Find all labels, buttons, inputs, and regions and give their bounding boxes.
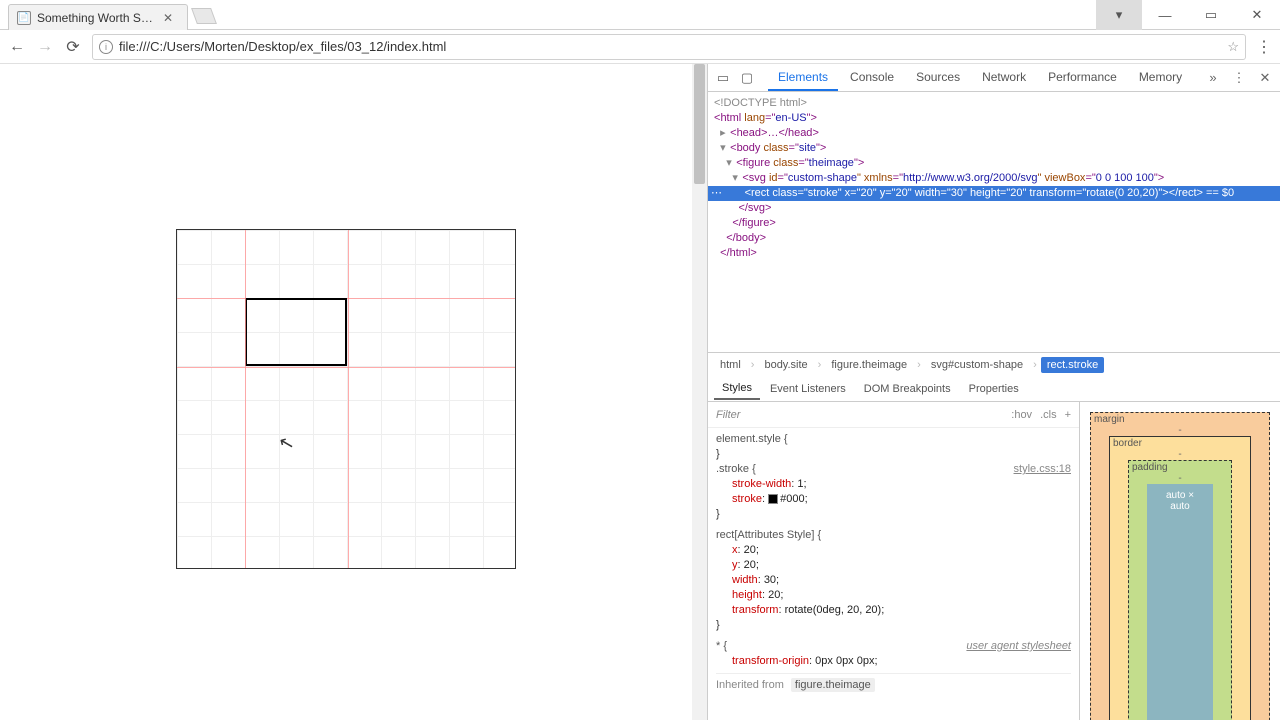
add-rule-button[interactable]: + [1065,409,1071,421]
styles-subtabs: Styles Event Listeners DOM Breakpoints P… [708,376,1280,402]
reload-button[interactable]: ⟳ [64,38,82,56]
rendered-page: ↖ [0,64,708,720]
url-text: file:///C:/Users/Morten/Desktop/ex_files… [119,39,1221,54]
doctype: <!DOCTYPE html> [714,97,807,109]
crumb-body[interactable]: body.site [758,357,813,373]
subtab-event-listeners[interactable]: Event Listeners [762,379,854,399]
omnibox[interactable]: i file:///C:/Users/Morten/Desktop/ex_fil… [92,34,1246,60]
back-button[interactable]: ← [8,38,26,56]
tab-console[interactable]: Console [840,65,904,91]
page-icon: 📄 [17,11,31,25]
window-close[interactable]: ✕ [1234,0,1280,30]
inspect-icon[interactable]: ▭ [714,69,732,87]
tab-elements[interactable]: Elements [768,65,838,91]
computed-pane: margin- border- padding- auto × auto - -… [1080,402,1280,720]
color-swatch-icon[interactable] [768,494,778,504]
styles-rules-pane: Filter :hov .cls + element.style { } sty… [708,402,1080,720]
window-minimize[interactable]: — [1142,0,1188,30]
svg-canvas [176,229,516,569]
hov-toggle[interactable]: :hov [1011,409,1032,421]
crumb-html[interactable]: html [714,357,747,373]
devtools-menu-icon[interactable]: ⋮ [1230,69,1248,87]
subtab-dom-breakpoints[interactable]: DOM Breakpoints [856,379,959,399]
svg-rect[interactable] [245,298,347,366]
box-model-content: auto × auto [1147,484,1213,720]
devtools-panel: ▭ ▢ Elements Console Sources Network Per… [708,64,1280,720]
styles-filter-bar: Filter :hov .cls + [708,402,1079,428]
rule-source-link[interactable]: style.css:18 [1014,462,1071,477]
styles-area: Filter :hov .cls + element.style { } sty… [708,402,1280,720]
tabs-overflow-icon[interactable]: » [1204,69,1222,87]
breadcrumb: html› body.site› figure.theimage› svg#cu… [708,352,1280,376]
forward-button[interactable]: → [36,38,54,56]
address-bar: ← → ⟳ i file:///C:/Users/Morten/Desktop/… [0,30,1280,64]
browser-tab[interactable]: 📄 Something Worth Seein… ✕ [8,4,188,30]
device-toggle-icon[interactable]: ▢ [738,69,756,87]
title-bar: 📄 Something Worth Seein… ✕ ▾ — ▭ ✕ [0,0,1280,30]
new-tab-button[interactable] [191,8,217,24]
ua-stylesheet-label: user agent stylesheet [966,639,1071,654]
window-maximize[interactable]: ▭ [1188,0,1234,30]
tab-close-icon[interactable]: ✕ [163,11,173,25]
box-model[interactable]: margin- border- padding- auto × auto - -… [1090,412,1270,720]
cls-toggle[interactable]: .cls [1040,409,1057,421]
inherited-label: Inherited from [716,679,787,691]
tab-network[interactable]: Network [972,65,1036,91]
tab-sources[interactable]: Sources [906,65,970,91]
tab-memory[interactable]: Memory [1129,65,1192,91]
chrome-window: 📄 Something Worth Seein… ✕ ▾ — ▭ ✕ ← → ⟳… [0,0,1280,720]
styles-rules[interactable]: element.style { } style.css:18.stroke { … [708,428,1079,720]
devtools-tabs: Elements Console Sources Network Perform… [768,65,1192,91]
window-dropdown[interactable]: ▾ [1096,0,1142,30]
bookmark-star-icon[interactable]: ☆ [1227,39,1239,55]
tab-title: Something Worth Seein… [37,11,157,25]
crumb-figure[interactable]: figure.theimage [825,357,913,373]
devtools-toolbar: ▭ ▢ Elements Console Sources Network Per… [708,64,1280,92]
crumb-rect[interactable]: rect.stroke [1041,357,1104,373]
filter-label[interactable]: Filter [716,409,740,421]
selected-element[interactable]: <rect class="stroke" x="20" y="20" width… [708,186,1280,201]
site-info-icon[interactable]: i [99,40,113,54]
subtab-styles[interactable]: Styles [714,378,760,400]
window-controls: ▾ — ▭ ✕ [1096,0,1280,30]
subtab-properties[interactable]: Properties [961,379,1027,399]
crumb-svg[interactable]: svg#custom-shape [925,357,1029,373]
inherited-from[interactable]: figure.theimage [791,678,875,692]
devtools-close-icon[interactable]: ✕ [1256,69,1274,87]
elements-tree[interactable]: <!DOCTYPE html> <html lang="en-US"> ▸<he… [708,92,1280,352]
content-area: ↖ ▭ ▢ Elements Console Sources Network P… [0,64,1280,720]
page-scrollbar[interactable] [692,64,707,720]
chrome-menu-icon[interactable]: ⋮ [1256,37,1272,57]
tab-performance[interactable]: Performance [1038,65,1127,91]
